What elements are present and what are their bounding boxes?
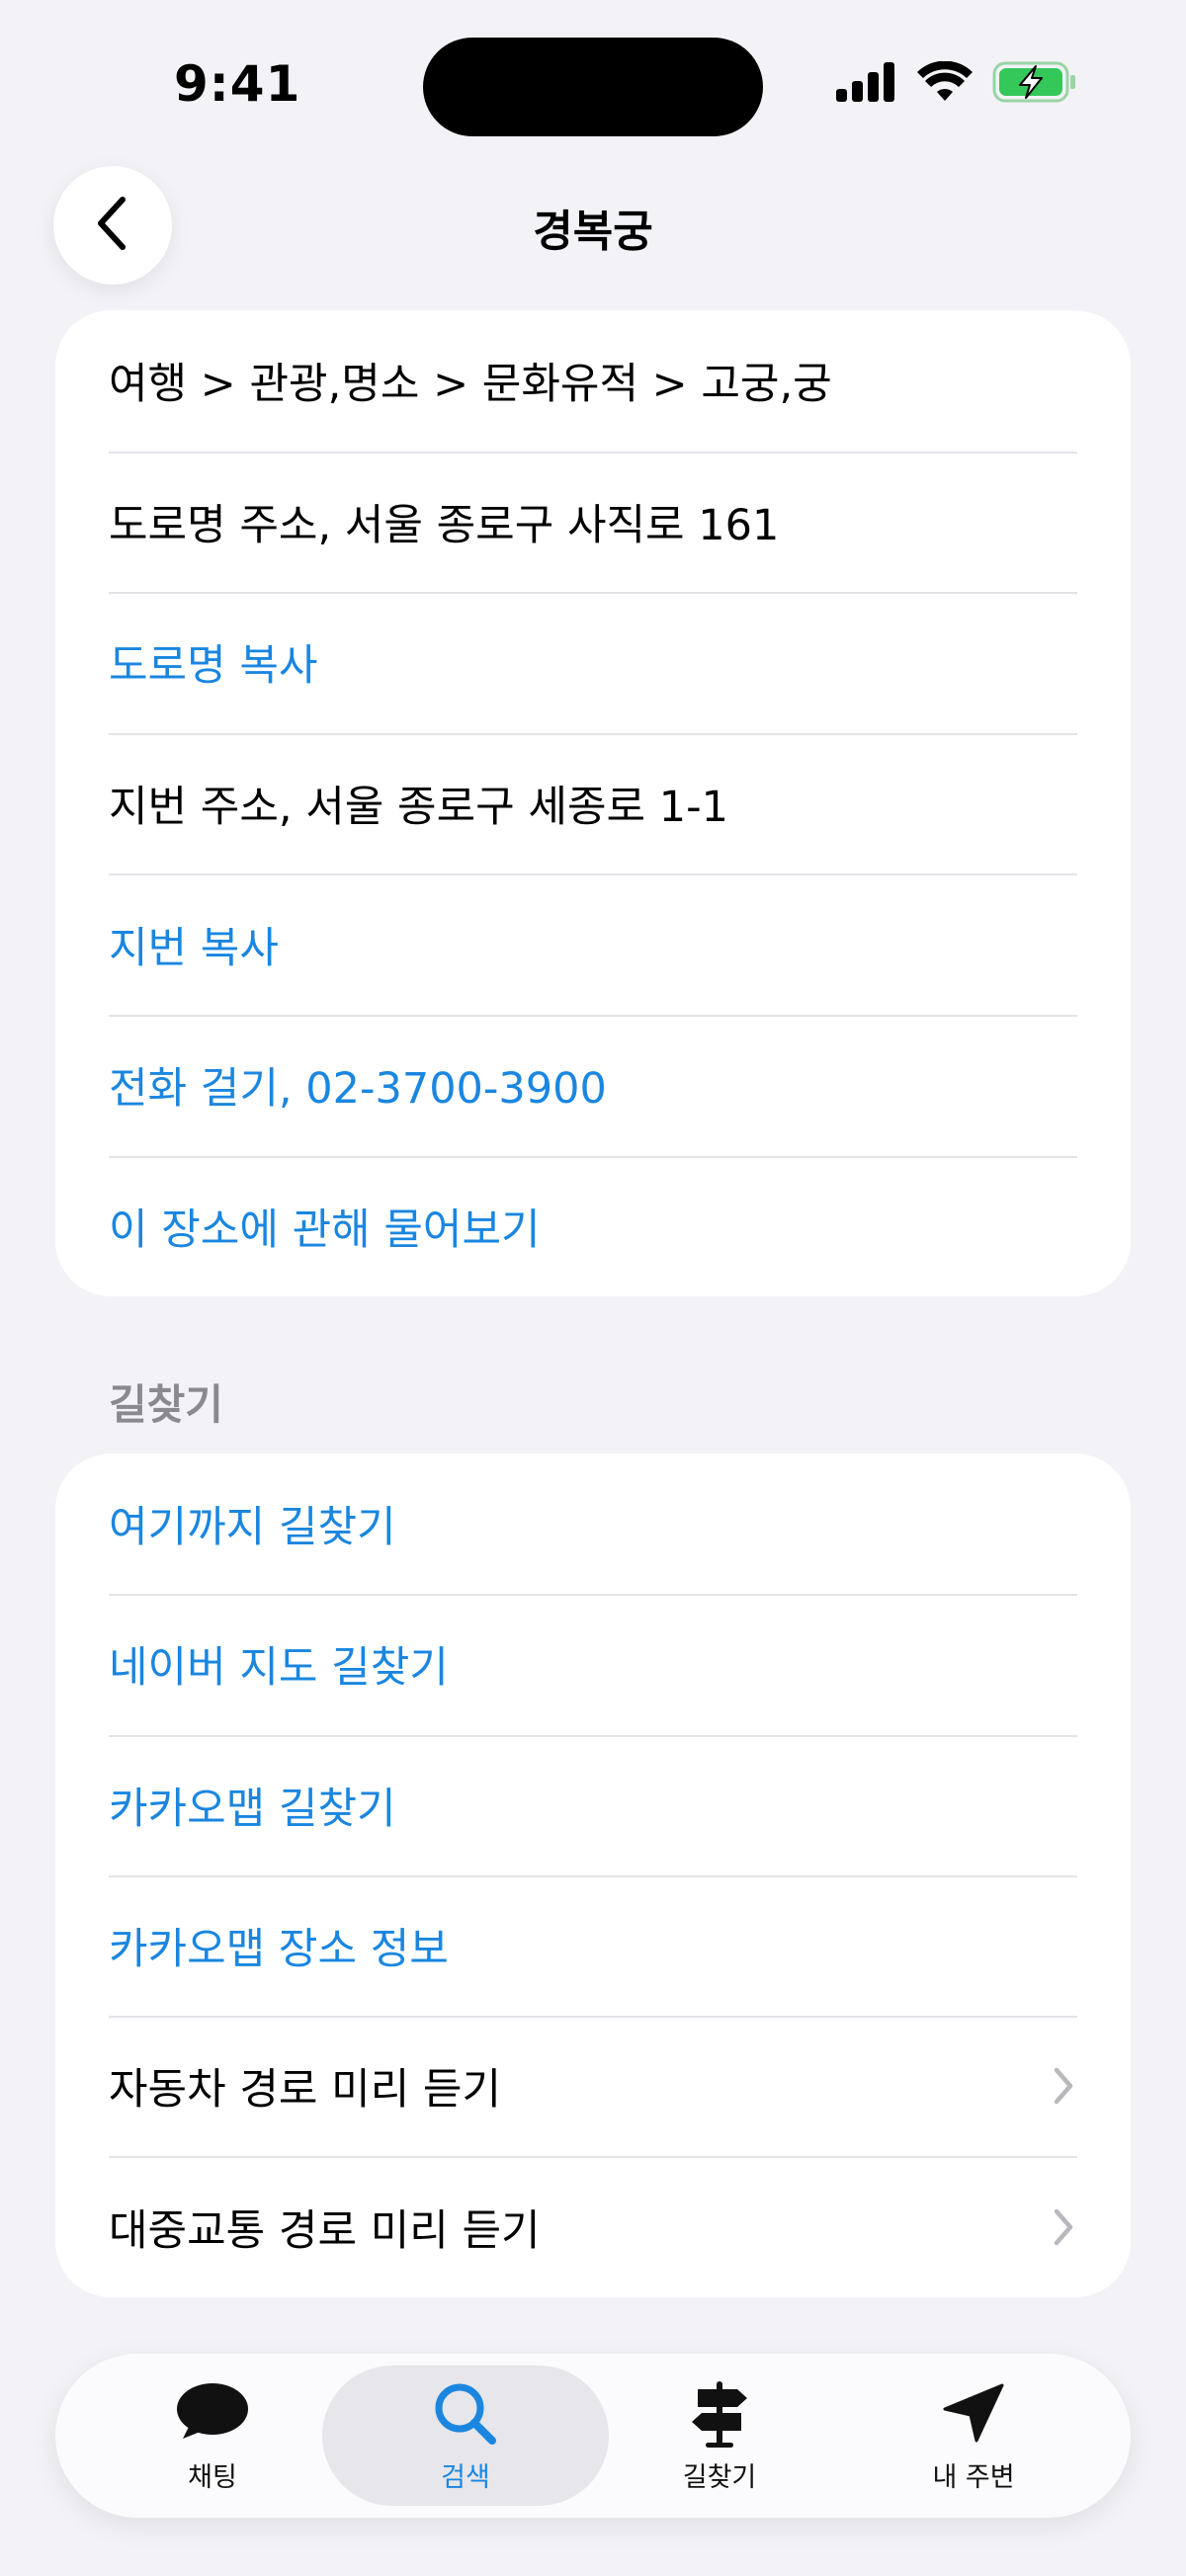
directions-to-here-button[interactable]: 여기까지 길찾기: [55, 1454, 1131, 1594]
transit-route-preview-label: 대중교통 경로 미리 듣기: [109, 2205, 541, 2256]
status-time: 9:41: [174, 55, 301, 113]
battery-charging-icon: [992, 61, 1077, 107]
chevron-right-icon: [1052, 2207, 1075, 2251]
page-title: 경복궁: [533, 207, 653, 257]
dynamic-island: [423, 38, 763, 136]
transit-route-preview-button[interactable]: 대중교통 경로 미리 듣기: [55, 2156, 1131, 2296]
tab-chat-label: 채팅: [188, 2461, 237, 2493]
copy-road-address-label: 도로명 복사: [109, 641, 318, 692]
status-bar: 9:41: [0, 0, 1186, 168]
directions-section-title: 길찾기: [109, 1380, 223, 1429]
tab-nearby-label: 내 주변: [932, 2461, 1015, 2493]
directions-card: 여기까지 길찾기 네이버 지도 길찾기 카카오맵 길찾기 카카오맵 장소 정보 …: [55, 1454, 1131, 2297]
search-icon: [433, 2378, 498, 2450]
place-info-card: 여행 > 관광,명소 > 문화유적 > 고궁,궁 도로명 주소, 서울 종로구 …: [55, 310, 1131, 1296]
chat-bubble-icon: [175, 2378, 250, 2450]
call-phone-label: 전화 걸기, 02-3700-3900: [109, 1064, 607, 1115]
road-address-row: 도로명 주소, 서울 종로구 사직로 161: [55, 451, 1131, 593]
location-arrow-icon: [941, 2378, 1006, 2450]
copy-road-address-button[interactable]: 도로명 복사: [55, 592, 1131, 733]
chevron-right-icon: [1052, 2066, 1075, 2110]
category-row: 여행 > 관광,명소 > 문화유적 > 고궁,궁: [55, 310, 1131, 452]
tab-nearby[interactable]: 내 주변: [830, 2366, 1117, 2506]
status-icons: [836, 60, 1077, 107]
kakao-map-place-info-label: 카카오맵 장소 정보: [109, 1925, 449, 1975]
tab-directions-label: 길찾기: [682, 2461, 757, 2493]
call-phone-button[interactable]: 전화 걸기, 02-3700-3900: [55, 1014, 1131, 1156]
ask-about-place-button[interactable]: 이 장소에 관해 물어보기: [55, 1155, 1131, 1296]
category-path: 여행 > 관광,명소 > 문화유적 > 고궁,궁: [109, 360, 832, 410]
tab-chat[interactable]: 채팅: [69, 2366, 356, 2506]
naver-map-directions-button[interactable]: 네이버 지도 길찾기: [55, 1594, 1131, 1734]
signpost-icon: [688, 2378, 751, 2450]
wifi-icon: [917, 60, 973, 107]
tab-directions[interactable]: 길찾기: [576, 2366, 863, 2506]
lot-address: 지번 주소, 서울 종로구 세종로 1-1: [109, 783, 728, 833]
copy-lot-address-button[interactable]: 지번 복사: [55, 873, 1131, 1015]
directions-to-here-label: 여기까지 길찾기: [109, 1503, 396, 1553]
lot-address-row: 지번 주소, 서울 종로구 세종로 1-1: [55, 732, 1131, 874]
car-route-preview-button[interactable]: 자동차 경로 미리 듣기: [55, 2016, 1131, 2156]
tab-search[interactable]: 검색: [322, 2366, 609, 2506]
tab-search-label: 검색: [441, 2461, 490, 2493]
kakao-map-place-info-button[interactable]: 카카오맵 장소 정보: [55, 1874, 1131, 2016]
copy-lot-address-label: 지번 복사: [109, 923, 279, 973]
cellular-signal-icon: [836, 62, 897, 106]
kakao-map-directions-button[interactable]: 카카오맵 길찾기: [55, 1734, 1131, 1875]
kakao-map-directions-label: 카카오맵 길찾기: [109, 1784, 396, 1834]
road-address: 도로명 주소, 서울 종로구 사직로 161: [109, 500, 780, 550]
car-route-preview-label: 자동차 경로 미리 듣기: [109, 2065, 502, 2116]
tab-bar: 채팅 검색 길찾기 내 주변: [55, 2354, 1131, 2518]
naver-map-directions-label: 네이버 지도 길찾기: [109, 1643, 449, 1694]
ask-about-place-label: 이 장소에 관해 물어보기: [109, 1205, 541, 1255]
